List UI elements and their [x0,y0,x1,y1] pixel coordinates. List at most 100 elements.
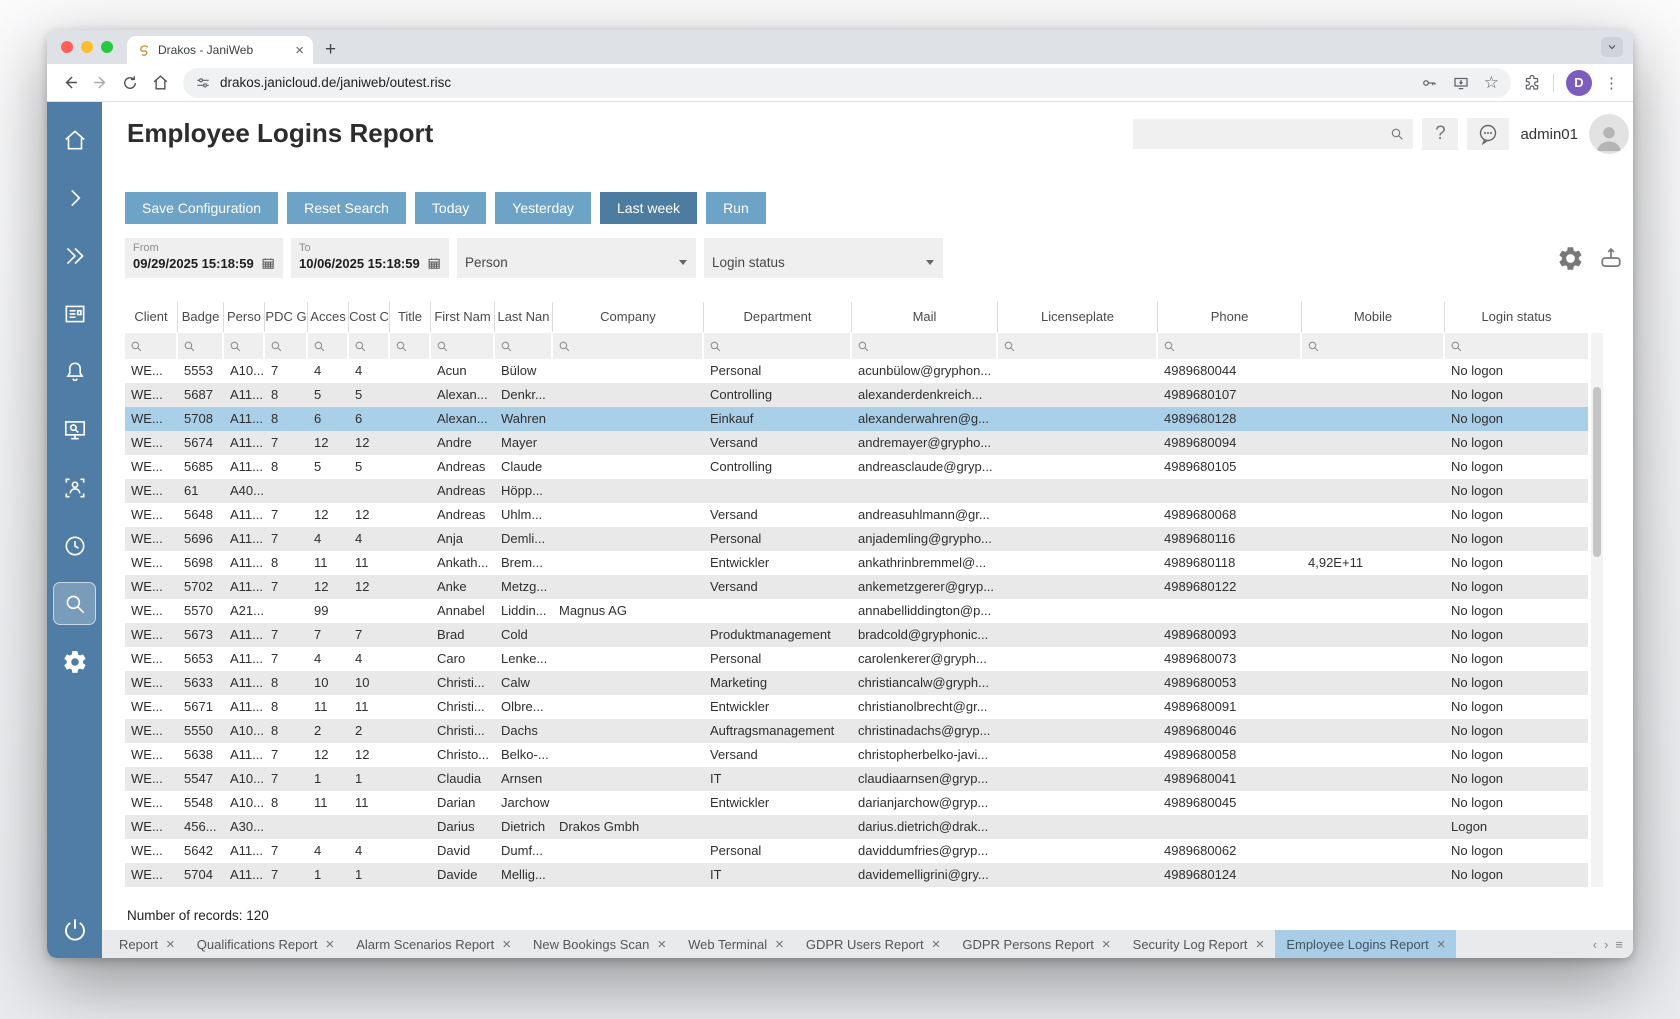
scroll-tabs-right-icon[interactable]: › [1604,937,1608,952]
column-filter-badge[interactable] [178,333,224,359]
column-filter-cost-c[interactable] [349,333,390,359]
bookmark-star-icon[interactable]: ☆ [1484,73,1499,93]
extensions-puzzle-icon[interactable] [1523,74,1541,92]
bottom-tab-employee-logins-report[interactable]: Employee Logins Report× [1275,930,1456,958]
table-row[interactable]: WE...5570A21...99AnnabelLiddin...Magnus … [125,599,1588,623]
column-filter-title[interactable] [390,333,431,359]
global-search-input[interactable] [1133,119,1413,149]
toolbar-button-yesterday[interactable]: Yesterday [495,192,591,224]
vertical-scrollbar-thumb[interactable] [1593,387,1601,557]
table-row[interactable]: WE...5708A11...866Alexan...WahrenEinkauf… [125,407,1588,431]
column-header-acces[interactable]: Acces [308,302,349,332]
sidebar-logout-button[interactable] [53,907,96,953]
browser-profile-avatar[interactable]: D [1566,70,1592,96]
column-header-licenseplate[interactable]: Licenseplate [998,302,1158,332]
column-filter-licenseplate[interactable] [998,333,1158,359]
column-header-login-status[interactable]: Login status [1445,302,1588,332]
sidebar-item-home[interactable] [53,118,96,161]
from-date-field[interactable]: From 09/29/2025 15:18:59 [125,238,283,278]
table-row[interactable]: WE...5653A11...744CaroLenke...Personalca… [125,647,1588,671]
column-header-client[interactable]: Client [125,302,178,332]
sidebar-item-settings[interactable] [53,640,96,683]
tab-search-button[interactable] [1601,37,1623,57]
table-row[interactable]: WE...5547A10...711ClaudiaArnsenITclaudia… [125,767,1588,791]
close-icon[interactable]: × [657,937,666,952]
bottom-tab-web-terminal[interactable]: Web Terminal× [677,930,795,958]
bottom-tab-gdpr-persons-report[interactable]: GDPR Persons Report× [951,930,1121,958]
column-filter-client[interactable] [125,333,178,359]
home-button[interactable] [145,68,175,98]
table-settings-gear-icon[interactable] [1557,245,1584,272]
column-header-last-nan[interactable]: Last Nan [495,302,553,332]
column-header-perso[interactable]: Perso [224,302,265,332]
sidebar-item-forward[interactable] [53,176,96,219]
bottom-tab-gdpr-users-report[interactable]: GDPR Users Report× [795,930,952,958]
close-tab-icon[interactable]: × [295,43,304,58]
table-row[interactable]: WE...5550A10...822Christi...DachsAuftrag… [125,719,1588,743]
table-row[interactable]: WE...5704A11...711DavideMellig...ITdavid… [125,863,1588,887]
vertical-scrollbar[interactable] [1591,333,1603,887]
table-row[interactable]: WE...5702A11...71212AnkeMetzg...Versanda… [125,575,1588,599]
sidebar-item-person-scan[interactable] [53,466,96,509]
new-tab-button[interactable]: + [325,39,336,61]
column-header-phone[interactable]: Phone [1158,302,1302,332]
chat-button[interactable] [1467,118,1509,150]
bottom-tab-new-bookings-scan[interactable]: New Bookings Scan× [522,930,677,958]
table-row[interactable]: WE...61A40...AndreasHöpp...No logon [125,479,1588,503]
toolbar-button-reset-search[interactable]: Reset Search [287,192,406,224]
table-row[interactable]: WE...5671A11...81111Christi...Olbre...En… [125,695,1588,719]
sidebar-item-records[interactable] [53,292,96,335]
column-filter-company[interactable] [553,333,704,359]
column-header-first-nam[interactable]: First Nam [431,302,495,332]
column-filter-login-status[interactable] [1445,333,1588,359]
bottom-tab-alarm-scenarios-report[interactable]: Alarm Scenarios Report× [345,930,522,958]
person-dropdown[interactable]: Person [457,238,696,278]
column-filter-phone[interactable] [1158,333,1302,359]
column-header-mobile[interactable]: Mobile [1302,302,1445,332]
back-button[interactable] [55,68,85,98]
bottom-tab-security-log-report[interactable]: Security Log Report× [1122,930,1276,958]
user-avatar[interactable] [1589,114,1629,154]
close-icon[interactable]: × [932,937,941,952]
column-filter-department[interactable] [704,333,852,359]
table-row[interactable]: WE...5696A11...744AnjaDemli...Personalan… [125,527,1588,551]
bottom-tab-report[interactable]: Report× [108,930,186,958]
forward-button[interactable] [85,68,115,98]
table-row[interactable]: WE...5638A11...71212Christo...Belko-...V… [125,743,1588,767]
column-filter-mobile[interactable] [1302,333,1445,359]
close-window-button[interactable] [61,41,73,53]
table-row[interactable]: WE...5698A11...81111Ankath...Brem...Entw… [125,551,1588,575]
close-icon[interactable]: × [775,937,784,952]
scroll-tabs-left-icon[interactable]: ‹ [1593,937,1597,952]
table-row[interactable]: WE...5648A11...71212AndreasUhlm...Versan… [125,503,1588,527]
install-app-icon[interactable] [1452,74,1470,92]
export-icon[interactable] [1597,244,1625,272]
calendar-icon[interactable] [261,256,275,271]
browser-tab[interactable]: Drakos - JaniWeb × [127,36,313,64]
browser-menu-icon[interactable]: ⋮ [1604,74,1619,92]
zoom-window-button[interactable] [101,41,113,53]
close-icon[interactable]: × [1256,937,1265,952]
column-header-badge[interactable]: Badge [178,302,224,332]
toolbar-button-save-configuration[interactable]: Save Configuration [125,192,278,224]
to-date-field[interactable]: To 10/06/2025 15:18:59 [291,238,449,278]
table-row[interactable]: WE...5633A11...81010Christi...CalwMarket… [125,671,1588,695]
sidebar-item-search-active[interactable] [53,582,96,625]
sidebar-item-alarms[interactable] [53,350,96,393]
column-header-cost-c[interactable]: Cost C [349,302,390,332]
reload-button[interactable] [115,68,145,98]
column-header-pdc-g[interactable]: PDC G [265,302,308,332]
column-filter-mail[interactable] [852,333,998,359]
column-header-title[interactable]: Title [390,302,431,332]
table-row[interactable]: WE...5548A10...81111DarianJarchowEntwick… [125,791,1588,815]
column-filter-first-nam[interactable] [431,333,495,359]
column-filter-pdc-g[interactable] [265,333,308,359]
column-filter-acces[interactable] [308,333,349,359]
close-icon[interactable]: × [325,937,334,952]
table-row[interactable]: WE...5673A11...777BradColdProduktmanagem… [125,623,1588,647]
bottom-tab-qualifications-report[interactable]: Qualifications Report× [186,930,345,958]
column-header-mail[interactable]: Mail [852,302,998,332]
close-icon[interactable]: × [502,937,511,952]
column-filter-perso[interactable] [224,333,265,359]
login-status-dropdown[interactable]: Login status [704,238,943,278]
